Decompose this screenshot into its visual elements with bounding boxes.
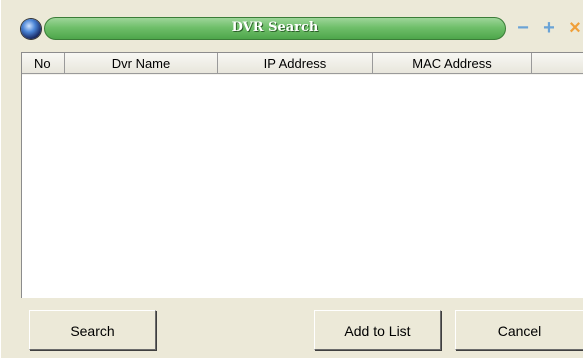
cancel-button[interactable]: Cancel — [455, 310, 583, 350]
dvr-search-window: DVR Search − + × No Dvr Name IP Address … — [0, 0, 583, 358]
window-title: DVR Search — [231, 20, 319, 35]
column-header-dvr-name[interactable]: Dvr Name — [65, 53, 218, 74]
add-to-list-button[interactable]: Add to List — [314, 310, 441, 350]
title-bar[interactable]: DVR Search − + × — [1, 14, 583, 44]
globe-icon — [21, 19, 41, 39]
column-header-ip-address[interactable]: IP Address — [218, 53, 373, 74]
title-pill: DVR Search — [44, 17, 506, 40]
column-header-extra[interactable] — [532, 53, 583, 74]
dvr-list[interactable]: No Dvr Name IP Address MAC Address — [21, 52, 583, 298]
minimize-icon[interactable]: − — [514, 18, 532, 38]
list-header: No Dvr Name IP Address MAC Address — [22, 53, 583, 75]
column-header-mac-address[interactable]: MAC Address — [373, 53, 532, 74]
close-icon[interactable]: × — [566, 18, 583, 38]
maximize-icon[interactable]: + — [540, 18, 558, 38]
search-button[interactable]: Search — [29, 310, 156, 350]
column-header-no[interactable]: No — [22, 53, 65, 74]
